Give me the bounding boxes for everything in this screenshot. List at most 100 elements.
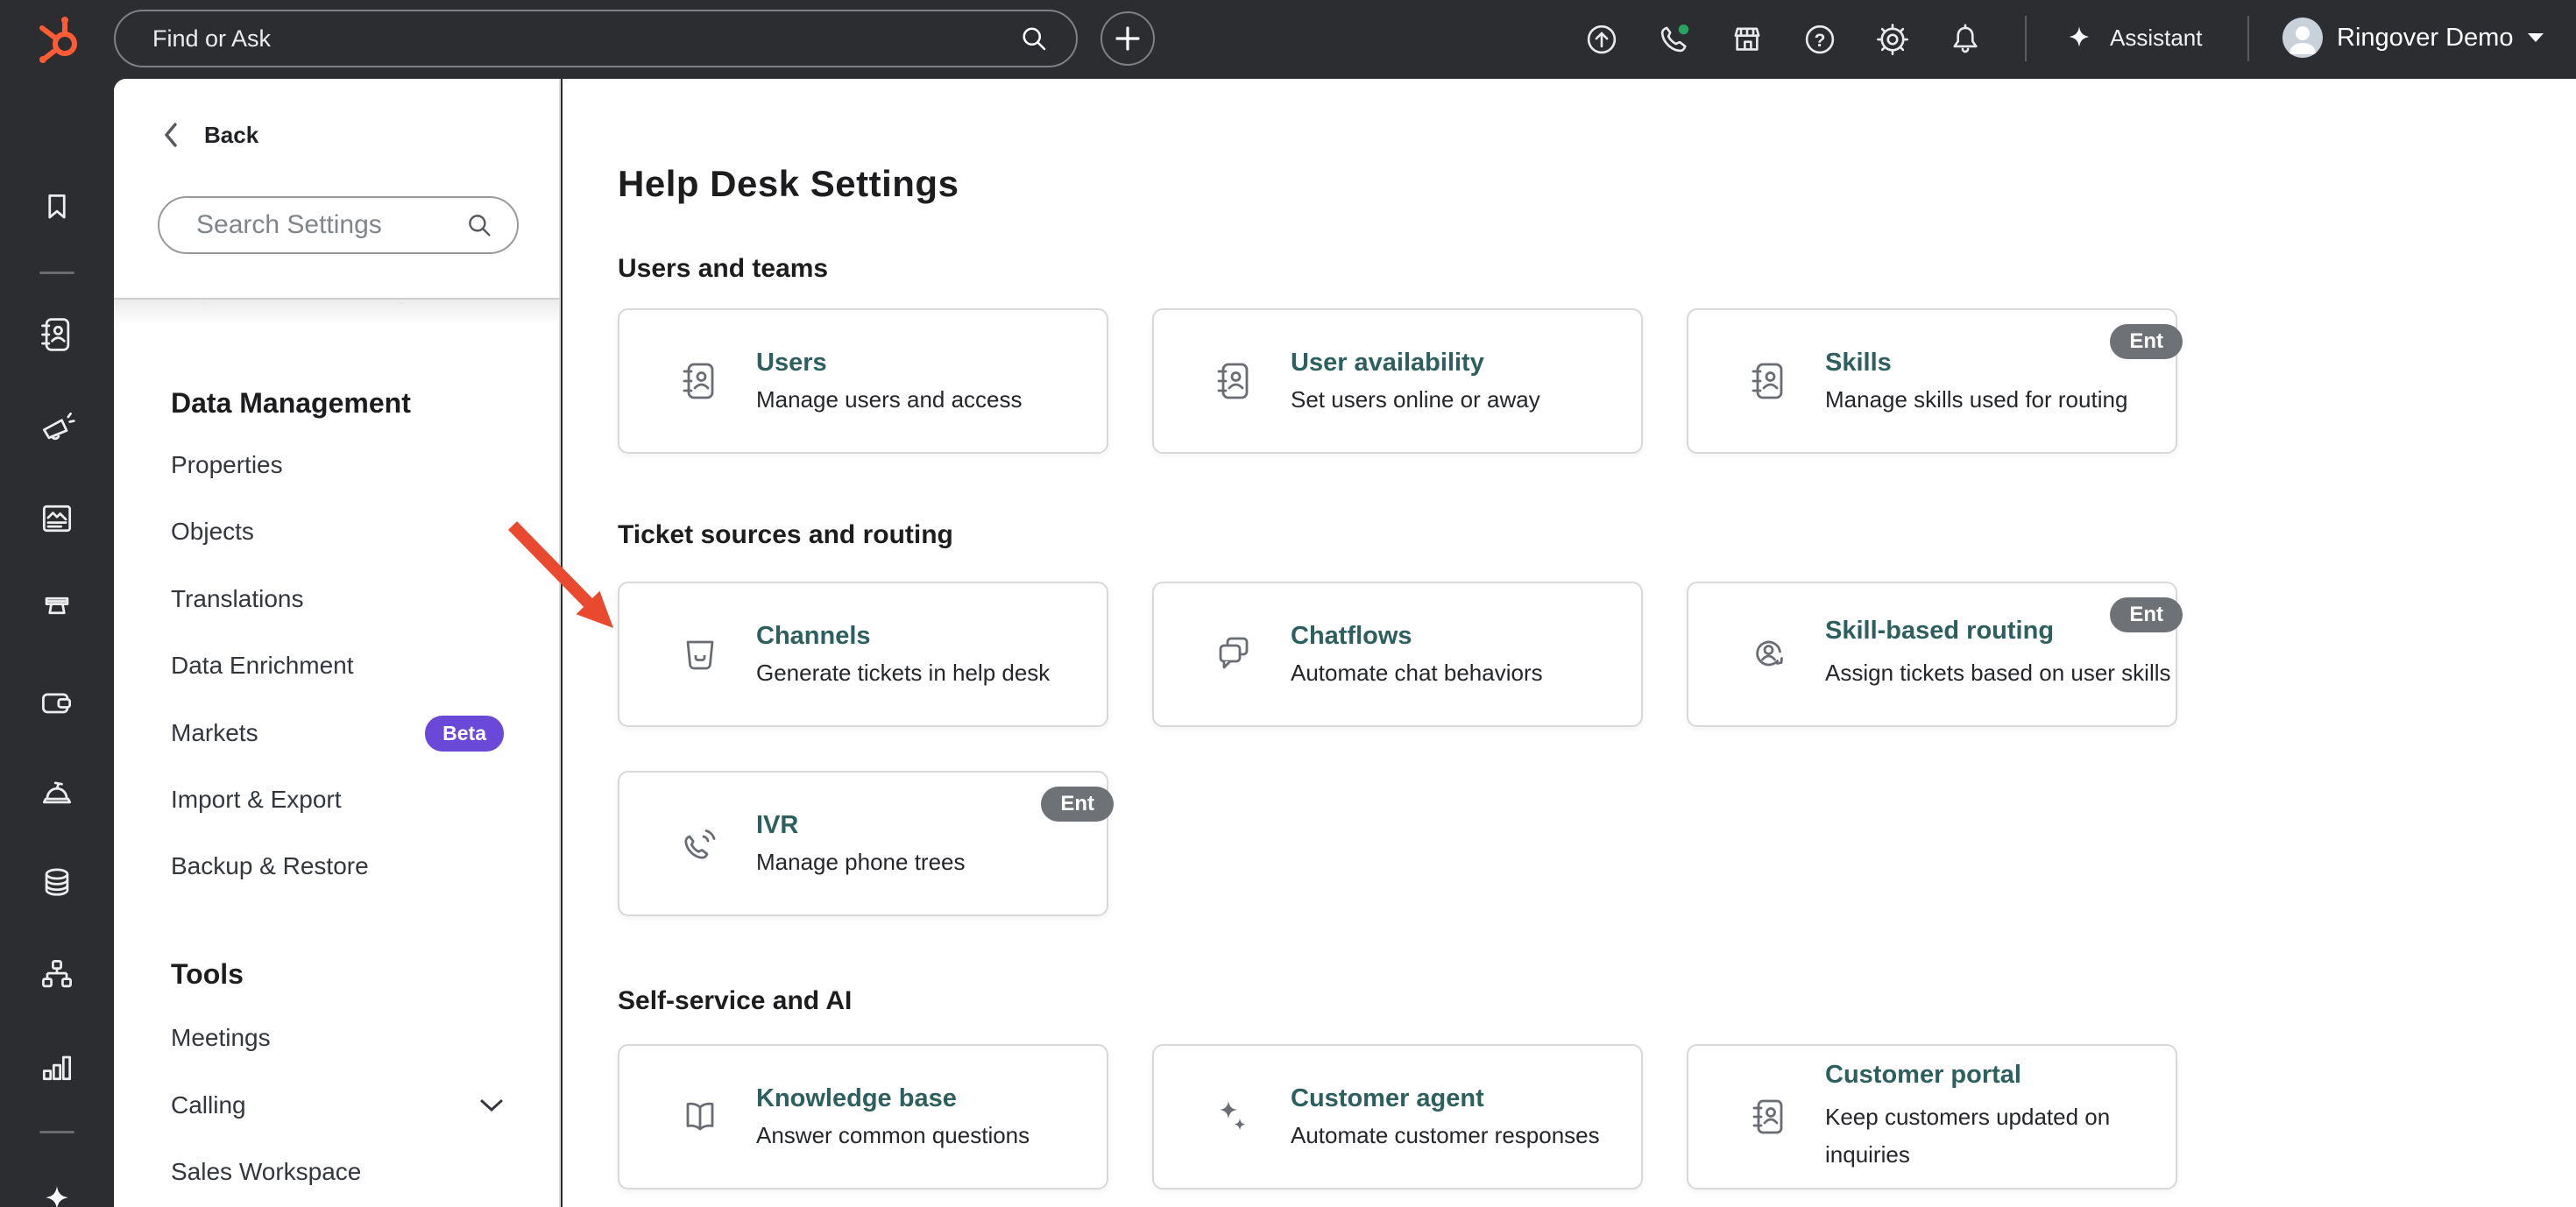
card-title: Skills: [1825, 349, 2127, 378]
commerce-icon[interactable]: [38, 591, 76, 630]
sidebar-header-divider: [114, 298, 559, 300]
crm-contacts-icon[interactable]: [38, 315, 76, 354]
section-heading-ticket-sources: Ticket sources and routing: [618, 520, 953, 550]
automations-icon[interactable]: [38, 956, 76, 994]
avatar: [2282, 18, 2323, 58]
data-database-icon[interactable]: [38, 864, 76, 902]
ent-badge: Ent: [1041, 787, 1114, 822]
rail-divider: [39, 1131, 74, 1133]
section-heading-self-service: Self-service and AI: [618, 986, 852, 1016]
card-channels[interactable]: Channels Generate tickets in help desk: [618, 582, 1108, 727]
left-navigation-rail: [0, 79, 114, 1207]
card-title: User availability: [1291, 349, 1540, 378]
account-name: Ringover Demo: [2337, 24, 2513, 53]
card-title: Users: [756, 349, 1023, 378]
card-skill-based-routing[interactable]: Ent Skill-based routing Assign tickets b…: [1687, 582, 2177, 727]
card-description: Answer common questions: [756, 1122, 1030, 1149]
global-search-input[interactable]: Find or Ask: [114, 10, 1078, 67]
upgrade-icon[interactable]: [1583, 21, 1620, 58]
inbox-tray-icon: [679, 633, 721, 675]
card-title: Knowledge base: [756, 1084, 1030, 1113]
assistant-label: Assistant: [2110, 25, 2203, 52]
back-button[interactable]: Back: [162, 121, 258, 149]
card-skills[interactable]: Ent Skills Manage skills used for routin…: [1687, 308, 2177, 454]
content-icon[interactable]: [38, 499, 76, 538]
card-description: Generate tickets in help desk: [756, 660, 1050, 687]
chevron-left-icon: [162, 121, 180, 149]
card-user-availability[interactable]: User availability Set users online or aw…: [1152, 308, 1643, 454]
card-knowledge-base[interactable]: Knowledge base Answer common questions: [618, 1044, 1108, 1189]
chat-bubbles-icon: [1214, 633, 1256, 675]
card-description: Set users online or away: [1291, 386, 1540, 413]
search-icon: [1018, 23, 1050, 54]
help-icon[interactable]: ?: [1801, 21, 1838, 58]
svg-text:?: ?: [1815, 31, 1826, 51]
chevron-down-icon: [479, 1098, 504, 1112]
sidebar-item-calling[interactable]: Calling: [171, 1072, 504, 1139]
card-ivr[interactable]: Ent IVR Manage phone trees: [618, 771, 1108, 916]
sidebar-item-data-enrichment[interactable]: Data Enrichment: [171, 632, 504, 699]
card-chatflows[interactable]: Chatflows Automate chat behaviors: [1152, 582, 1643, 727]
search-icon: [464, 210, 494, 240]
contact-book-icon: [1748, 360, 1790, 402]
section-title-tools: Tools: [171, 958, 244, 991]
sidebar-item-objects[interactable]: Objects: [171, 498, 504, 565]
card-title: IVR: [756, 811, 966, 840]
settings-search-input[interactable]: Search Settings: [158, 196, 519, 254]
card-customer-portal[interactable]: Customer portal Keep customers updated o…: [1687, 1044, 2177, 1189]
beta-badge: Beta: [425, 716, 504, 752]
topbar-divider: [2025, 16, 2027, 61]
assistant-sparkle-icon: [2063, 21, 2096, 54]
card-description: Automate customer responses: [1291, 1122, 1600, 1149]
contact-book-icon: [1214, 360, 1256, 402]
card-description: Manage users and access: [756, 386, 1023, 413]
card-customer-agent[interactable]: Customer agent Automate customer respons…: [1152, 1044, 1643, 1189]
back-label: Back: [204, 122, 258, 149]
payments-wallet-icon[interactable]: [38, 683, 76, 722]
card-description: Manage skills used for routing: [1825, 386, 2127, 413]
card-title: Customer agent: [1291, 1084, 1600, 1113]
sidebar-item-meetings[interactable]: Meetings: [171, 1005, 504, 1071]
open-book-icon: [679, 1096, 721, 1138]
assistant-button[interactable]: Assistant: [2063, 21, 2203, 54]
sidebar-item-import-export[interactable]: Import & Export: [171, 766, 504, 833]
card-description: Automate chat behaviors: [1291, 660, 1543, 687]
card-title: Customer portal: [1825, 1061, 2176, 1090]
section-title-data-management: Data Management: [171, 387, 411, 420]
marketing-megaphone-icon[interactable]: [38, 407, 76, 446]
phone-waves-icon: [679, 822, 721, 865]
rail-divider: [39, 272, 74, 274]
create-new-button[interactable]: [1100, 11, 1155, 66]
hubspot-logo-icon[interactable]: [35, 12, 84, 65]
contact-book-icon: [679, 360, 721, 402]
notifications-bell-icon[interactable]: [1947, 21, 1984, 58]
caret-down-icon: [2527, 32, 2544, 43]
account-menu[interactable]: Ringover Demo: [2282, 18, 2544, 58]
marketplace-icon[interactable]: [1729, 21, 1766, 58]
card-users[interactable]: Users Manage users and access: [618, 308, 1108, 454]
reporting-icon[interactable]: [38, 1048, 76, 1086]
ai-sparkles-icon: [1214, 1096, 1256, 1138]
top-navigation-bar: Find or Ask ? Assis: [0, 0, 2576, 79]
card-description: Manage phone trees: [756, 849, 966, 876]
settings-sidebar: Payments Processing Back Search Settings…: [114, 79, 561, 1207]
bookmarks-icon[interactable]: [38, 189, 76, 228]
sidebar-item-markets[interactable]: Markets Beta: [171, 700, 504, 766]
topbar-divider: [2247, 16, 2249, 61]
global-search-placeholder: Find or Ask: [152, 25, 1018, 53]
sidebar-item-sales-workspace[interactable]: Sales Workspace: [171, 1139, 504, 1205]
card-description: Keep customers updated on inquiries: [1825, 1098, 2176, 1174]
service-bell-icon[interactable]: [38, 772, 76, 810]
contact-card-icon: [1748, 1096, 1790, 1138]
page-title: Help Desk Settings: [618, 163, 959, 205]
sidebar-item-backup-restore[interactable]: Backup & Restore: [171, 833, 504, 900]
ent-badge: Ent: [2110, 324, 2183, 359]
calls-icon[interactable]: [1656, 21, 1693, 58]
sidebar-item-properties[interactable]: Properties: [171, 432, 504, 498]
settings-gear-icon[interactable]: [1874, 21, 1911, 58]
ai-sparkle-icon[interactable]: [38, 1181, 76, 1207]
sidebar-item-translations[interactable]: Translations: [171, 566, 504, 632]
ent-badge: Ent: [2110, 597, 2183, 632]
user-routing-icon: [1748, 633, 1790, 675]
sidebar-sticky-header: [114, 79, 559, 298]
